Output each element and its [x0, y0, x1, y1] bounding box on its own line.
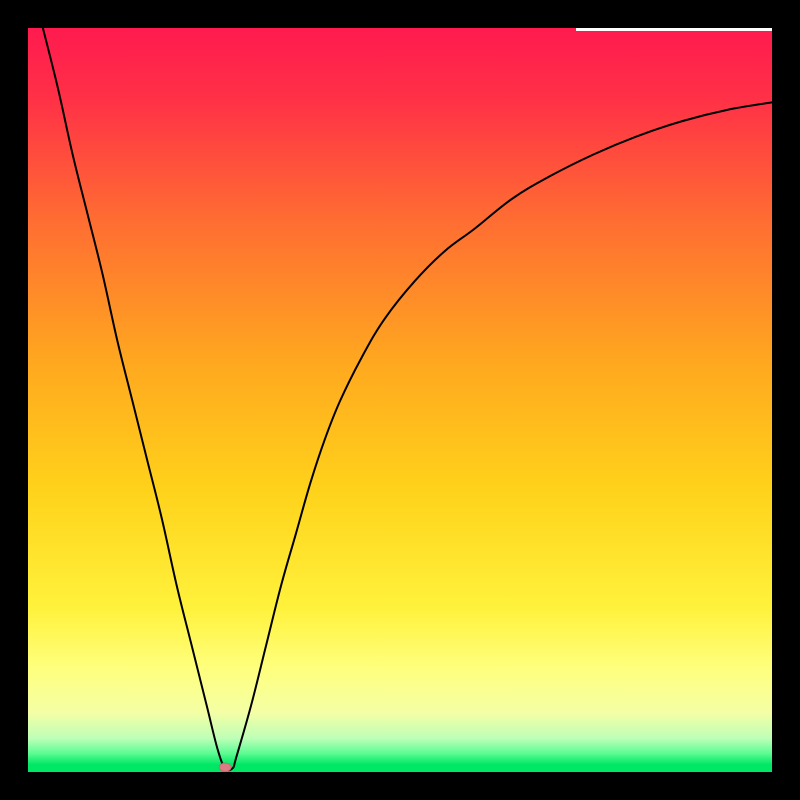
watermark-label: TheBottleneck.com	[576, 4, 772, 31]
bottleneck-chart	[28, 28, 772, 772]
chart-background	[28, 28, 772, 772]
chart-frame: TheBottleneck.com	[0, 0, 800, 800]
optimal-point-marker	[219, 763, 231, 771]
